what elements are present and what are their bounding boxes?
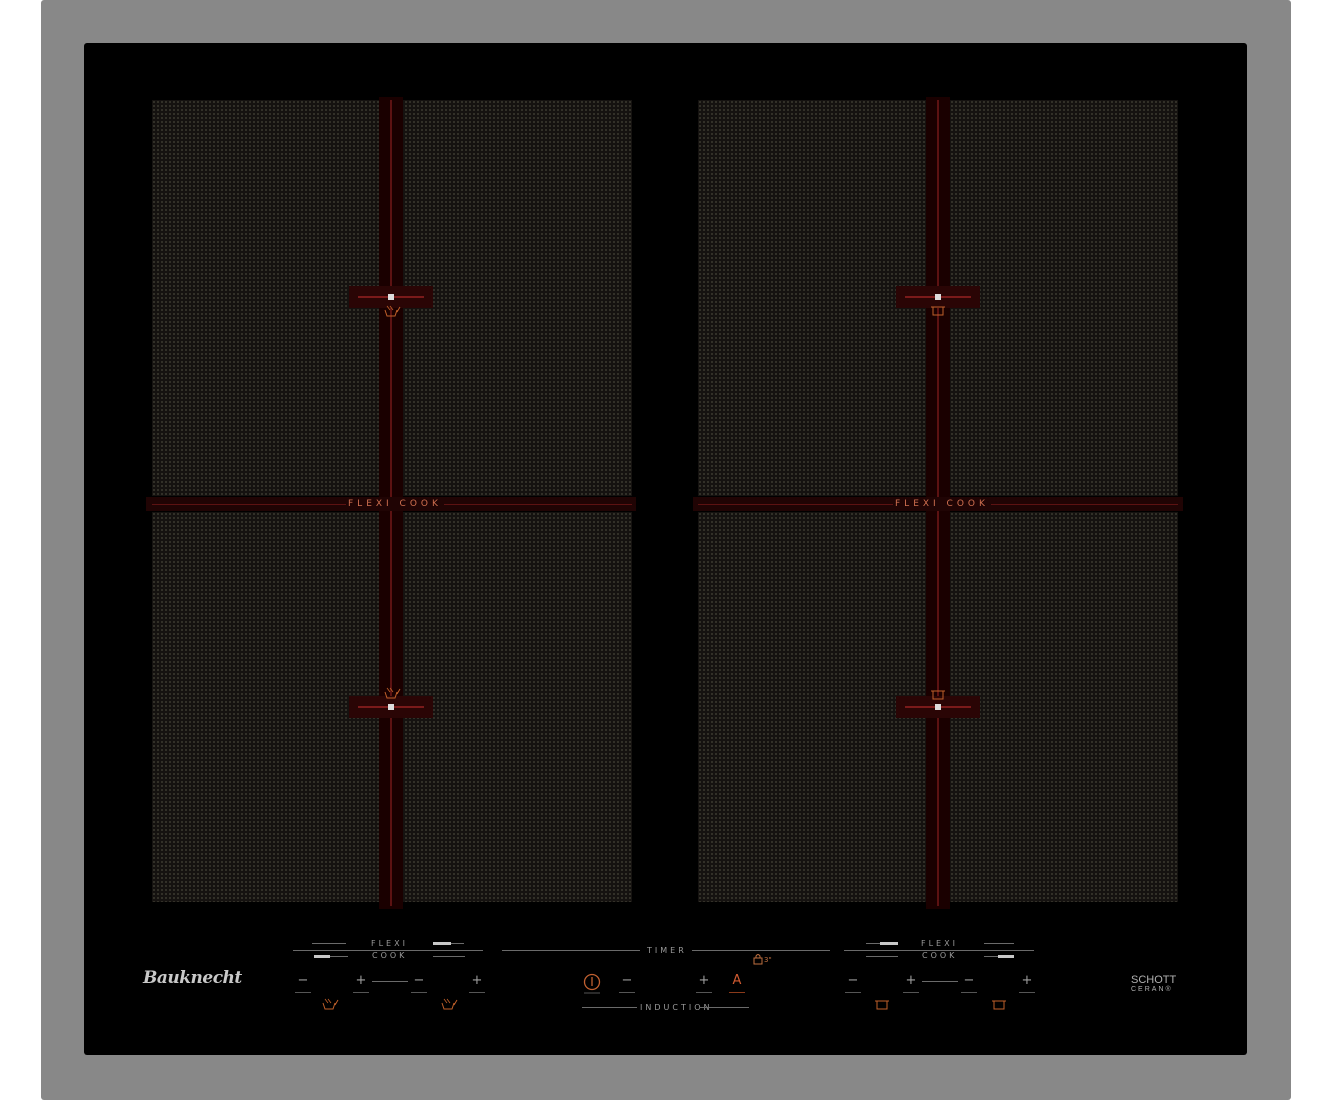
timer-line-right [692, 950, 830, 951]
right-flexi-indicator [880, 942, 898, 945]
timer-minus-button[interactable]: − [616, 971, 638, 993]
timer-plus-button[interactable]: + [693, 971, 715, 993]
right-rear-plus-button[interactable]: + [1016, 971, 1038, 993]
right-cook-line-2 [984, 956, 998, 957]
right-flexi-label: FLEXI [921, 939, 958, 948]
left-bottom-center-dot [388, 704, 394, 710]
left-cook-line [330, 956, 348, 957]
right-front-minus-button[interactable]: − [842, 971, 864, 993]
frying-pan-icon [384, 687, 401, 699]
left-cook-label: COOK [372, 951, 408, 960]
right-cook-line [866, 956, 898, 957]
left-flexi-label: FLEXI [371, 939, 408, 948]
lock-duration: 3" [764, 956, 772, 964]
frying-pan-icon [441, 998, 458, 1010]
induction-line-right [699, 1007, 749, 1008]
timer-label: TIMER [647, 946, 687, 955]
right-rear-minus-button[interactable]: − [958, 971, 980, 993]
pot-icon [931, 690, 945, 700]
pot-icon [992, 1000, 1006, 1010]
left-rear-minus-button[interactable]: − [408, 971, 430, 993]
left-flexi-indicator [433, 942, 451, 945]
lock-icon[interactable] [752, 953, 764, 965]
left-cook-line-2 [433, 956, 465, 957]
right-flexi-cook-label: FLEXI COOK [893, 499, 991, 509]
power-icon[interactable] [581, 971, 603, 995]
ceran-logo: CERAN® [1131, 986, 1173, 993]
right-flexi-line-2 [984, 943, 1014, 944]
left-button-link [372, 981, 408, 982]
left-cook-indicator [314, 955, 330, 958]
right-bottom-center-dot [935, 704, 941, 710]
right-flexi-line [866, 943, 880, 944]
left-front-plus-button[interactable]: + [350, 971, 372, 993]
left-front-minus-button[interactable]: − [292, 971, 314, 993]
right-button-link [922, 981, 958, 982]
frying-pan-icon [384, 305, 401, 317]
left-flexi-cook-label: FLEXI COOK [346, 499, 444, 509]
timer-line-left [502, 950, 640, 951]
pot-icon [931, 306, 945, 316]
right-cook-indicator [998, 955, 1014, 958]
schott-logo: SCHOTT [1131, 974, 1177, 986]
pot-icon [875, 1000, 889, 1010]
left-rear-plus-button[interactable]: + [466, 971, 488, 993]
left-top-center-dot [388, 294, 394, 300]
right-front-plus-button[interactable]: + [900, 971, 922, 993]
auto-button[interactable]: A [726, 971, 748, 993]
frying-pan-icon [322, 998, 339, 1010]
left-flexi-line [312, 943, 346, 944]
right-top-center-dot [935, 294, 941, 300]
right-cook-label: COOK [922, 951, 958, 960]
left-flexi-line-2 [451, 943, 464, 944]
induction-line-left [582, 1007, 637, 1008]
brand-logo: Bauknecht [143, 968, 242, 988]
